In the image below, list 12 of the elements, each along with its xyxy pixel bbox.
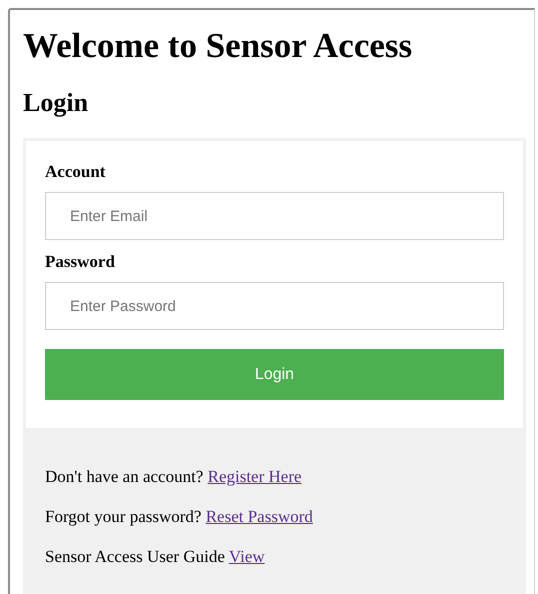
- text-link[interactable]: View: [228, 547, 265, 566]
- help-text: Don't have an account? Register Here: [45, 466, 303, 488]
- field-label: Account: [45, 161, 106, 183]
- help-text: Forgot your password? Reset Password: [45, 506, 314, 528]
- input-field[interactable]: Enter Password: [45, 282, 504, 330]
- text-link[interactable]: Register Here: [208, 467, 302, 486]
- page-title: Welcome to Sensor Access: [23, 25, 414, 67]
- text-link[interactable]: Reset Password: [206, 507, 313, 526]
- field-label: Password: [45, 251, 116, 273]
- help-text: Sensor Access User Guide View: [45, 546, 266, 568]
- section-heading: Login: [23, 87, 90, 119]
- input-field[interactable]: Enter Email: [45, 192, 504, 240]
